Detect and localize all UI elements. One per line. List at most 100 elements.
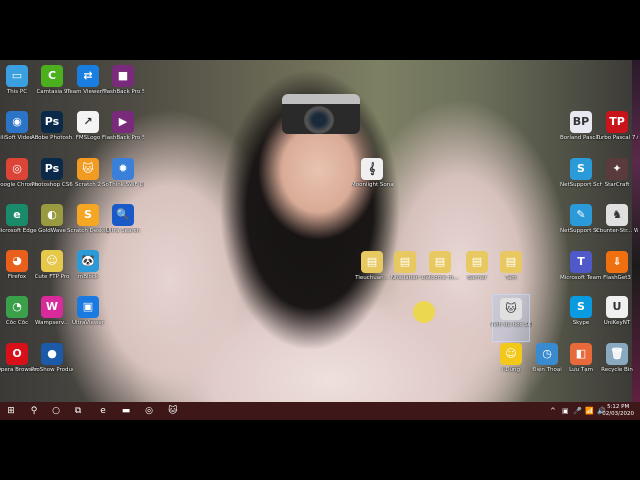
desktop-icon-team-viewer-portable[interactable]: ⇄Team Viewer Portable — [67, 62, 109, 108]
desktop-icon-vinh-du-hoc-scratch-sb2[interactable]: 🐱 Vinh du hoc SCRATCH.sb2 — [490, 294, 532, 342]
ultraviewer-icon: ▣ — [77, 296, 99, 318]
l-u-t-m-icon: ◧ — [570, 343, 592, 365]
desktop-icon-ultra-search[interactable]: 🔍 Ultra Search — [105, 201, 141, 247]
desktop-icon-adobe-photosh[interactable]: Ps Adobe Photosh... — [31, 108, 73, 154]
taskbar-search-icon[interactable]: ⚲ — [24, 402, 44, 420]
netsupport-school-te-icon: ✎ — [570, 204, 592, 226]
desktop-icon-cute-ftp-pro[interactable]: ☺ Cute FTP Pro — [34, 247, 70, 293]
netsupport-school-tut-icon: S — [570, 158, 592, 180]
clock-date: 02/03/2020 — [602, 411, 634, 417]
turbo-pascal-7-0-icon: TP — [606, 111, 628, 133]
desktop-icon-starcraft[interactable]: ✦ StarCraft — [599, 155, 635, 201]
tray-microphone-icon[interactable]: 🎤 — [573, 402, 582, 420]
taskbar-chrome-icon[interactable]: ◎ — [139, 402, 159, 420]
desktop-icon-netsupport-school-tut[interactable]: SNetSupport School Tut... — [560, 155, 602, 201]
desktop-icon-datcome-m[interactable]: ▤ Datcome m... — [421, 248, 459, 294]
desktop-icon-unikeynt[interactable]: U UniKeyNT — [599, 293, 635, 339]
desktop-icon-photoshop-cs6[interactable]: Ps Photoshop CS6 — [31, 155, 73, 201]
camtasia-9-icon: C — [41, 65, 63, 87]
desktop-icon-opera-browser[interactable]: O Opera Browser — [0, 340, 37, 386]
desktop-icon-i-n-tho-i[interactable]: ◷ Điện Thoại — [529, 340, 565, 386]
desktop-icon-borland-pascal-7-0[interactable]: BPBorland Pascal 7.0 — [560, 108, 602, 154]
icon-label: ProShow Producer — [31, 367, 73, 373]
moonlight-sonata-b-icon: 𝄞 — [361, 158, 383, 180]
scratch-desktop-icon: S — [77, 204, 99, 226]
desktop-icon-sothink-swf-decompiler[interactable]: ✹ SoThink SWF Decompiler — [102, 155, 144, 201]
desktop-icon-nhadatlan[interactable]: ▤ Nhadatlan — [387, 248, 423, 294]
desktop-icon-google-chrome[interactable]: ◎Google Chrome — [0, 155, 38, 201]
datcome-m-icon: ▤ — [429, 251, 451, 273]
cursor-highlight — [413, 301, 435, 323]
desktop-icon-this-pc[interactable]: ▭ This PC — [0, 62, 35, 108]
i-n-tho-i-icon: ◷ — [536, 343, 558, 365]
desktop-icon-skype[interactable]: S Skype — [563, 293, 599, 339]
desktop-icon-goldwave[interactable]: ◐ GoldWave — [34, 201, 70, 247]
vinh-du-hoc-scratch-sb2-icon: 🐱 — [500, 298, 522, 320]
icon-label: Counter-Str... WaRzOnE — [596, 228, 638, 234]
desktop-icon-tieuchuan[interactable]: ▤ Tieuchuan... — [354, 248, 390, 294]
google-chrome-icon: ◎ — [6, 158, 28, 180]
tray-app-icon[interactable]: ▣ — [562, 402, 569, 420]
scratch-2-icon: 🐱 — [77, 158, 99, 180]
desktop-icon-c-c-c-c[interactable]: ◔ Cốc Cốc — [0, 293, 35, 339]
recycle-bin-icon: 🗑 — [606, 343, 628, 365]
desktop-icon-camtasia-9[interactable]: C Camtasia 9 — [34, 62, 70, 108]
icon-label: FlashBack Pro 5 Player — [102, 135, 144, 141]
desktop-icon-recycle-bin[interactable]: 🗑 Recycle Bin — [599, 340, 635, 386]
microsoft-teams-icon: T — [570, 251, 592, 273]
tam-icon: ▤ — [500, 251, 522, 273]
desktop-icon-proshow-producer[interactable]: ● ProShow Producer — [31, 340, 73, 386]
flashget3-icon: ⇓ — [606, 251, 628, 273]
fmslogo-icon: ↗ — [77, 111, 99, 133]
desktop-icon-banner[interactable]: ▤ Banner — [459, 248, 495, 294]
desktop-icon-scratch-desktop[interactable]: S Scratch Desktop — [67, 201, 109, 247]
desktop-icon-tam[interactable]: ▤ Tam — [493, 248, 529, 294]
gilisoft-video-editor-11-3-0-icon: ◉ — [6, 111, 28, 133]
desktop-icon-scratch-2[interactable]: 🐱 Scratch 2 — [70, 155, 106, 201]
sothink-swf-decompiler-icon: ✹ — [112, 158, 134, 180]
unikeynt-icon: U — [606, 296, 628, 318]
taskbar-scratch-icon[interactable]: 🐱 — [163, 402, 183, 420]
desktop-icon-mblock[interactable]: 🐼 mBlock — [70, 247, 106, 293]
icon-label: mBlock — [77, 274, 99, 280]
taskbar-task-view-icon[interactable]: ⧉ — [68, 402, 88, 420]
clock-time: 5:12 PM — [607, 404, 630, 410]
icon-label: Turbo Pascal 7.0 — [596, 135, 638, 141]
icon-label: Datcome m... — [421, 275, 459, 281]
taskbar-file-explorer-icon[interactable]: ▬ — [116, 402, 136, 420]
desktop-icon-counter-str-warzone[interactable]: ♞ Counter-Str... WaRzOnE — [596, 201, 638, 247]
desktop-icon-flashget3[interactable]: ⇓ FlashGet3 — [599, 248, 635, 294]
desktop-icon-flashback-pro-5-re[interactable]: ■ FlashBack Pro 5 Re... — [102, 62, 144, 108]
desktop-icon-gilisoft-video-editor-11-3-0[interactable]: ◉GiliSoft Video Editor 11.3.0 — [0, 108, 38, 154]
desktop-icon-firefox[interactable]: ◕ Firefox — [0, 247, 35, 293]
wallpaper-camera — [282, 94, 360, 134]
microsoft-edge-dev-icon: e — [6, 204, 28, 226]
tray-show-hidden-icon[interactable]: ^ — [550, 402, 556, 420]
icon-label: Vinh du hoc SCRATCH.sb2 — [490, 322, 532, 328]
desktop-icon-flashback-pro-5-player[interactable]: ▶ FlashBack Pro 5 Player — [102, 108, 144, 154]
desktop-icon-microsoft-edge-dev[interactable]: eMicrosoft Edge Dev — [0, 201, 38, 247]
nhadatlan-icon: ▤ — [394, 251, 416, 273]
ultra-search-icon: 🔍 — [112, 204, 134, 226]
clock[interactable]: 5:12 PM 02/03/2020 — [602, 404, 634, 418]
taskbar-start-icon[interactable]: ⊞ — [1, 402, 21, 420]
desktop-icon-fmslogo[interactable]: ↗ FMSLogo — [70, 108, 106, 154]
desktop-icon-d-ng[interactable]: ☺ Ì Dừng — [493, 340, 529, 386]
tray-network-icon[interactable]: 📶 — [585, 402, 594, 420]
desktop-icon-wampserv[interactable]: W Wampserv... — [34, 293, 70, 339]
d-ng-icon: ☺ — [500, 343, 522, 365]
desktop-screen: ▭This PCCCamtasia 9⇄Team Viewer Portable… — [0, 60, 640, 420]
desktop-icon-moonlight-sonata-b[interactable]: 𝄞 Moonlight Sonata - B... — [351, 155, 393, 201]
desktop-icon-l-u-t-m[interactable]: ◧ Lưu Tạm — [563, 340, 599, 386]
desktop-icon-ultraviewer[interactable]: ▣ UltraViewer — [70, 293, 106, 339]
desktop-icon-turbo-pascal-7-0[interactable]: TP Turbo Pascal 7.0 — [596, 108, 638, 154]
taskbar-cortana-icon[interactable]: ○ — [46, 402, 66, 420]
wampserv-icon: W — [41, 296, 63, 318]
icon-label: FlashGet3 — [603, 275, 631, 281]
counter-str-warzone-icon: ♞ — [606, 204, 628, 226]
icon-label: Ultra Search — [106, 228, 140, 234]
desktop-icon-netsupport-school-te[interactable]: ✎NetSupport School Te... — [560, 201, 602, 247]
taskbar-edge-dev-icon[interactable]: e — [93, 402, 113, 420]
desktop-icon-microsoft-teams[interactable]: T Microsoft Teams — [560, 248, 602, 294]
goldwave-icon: ◐ — [41, 204, 63, 226]
